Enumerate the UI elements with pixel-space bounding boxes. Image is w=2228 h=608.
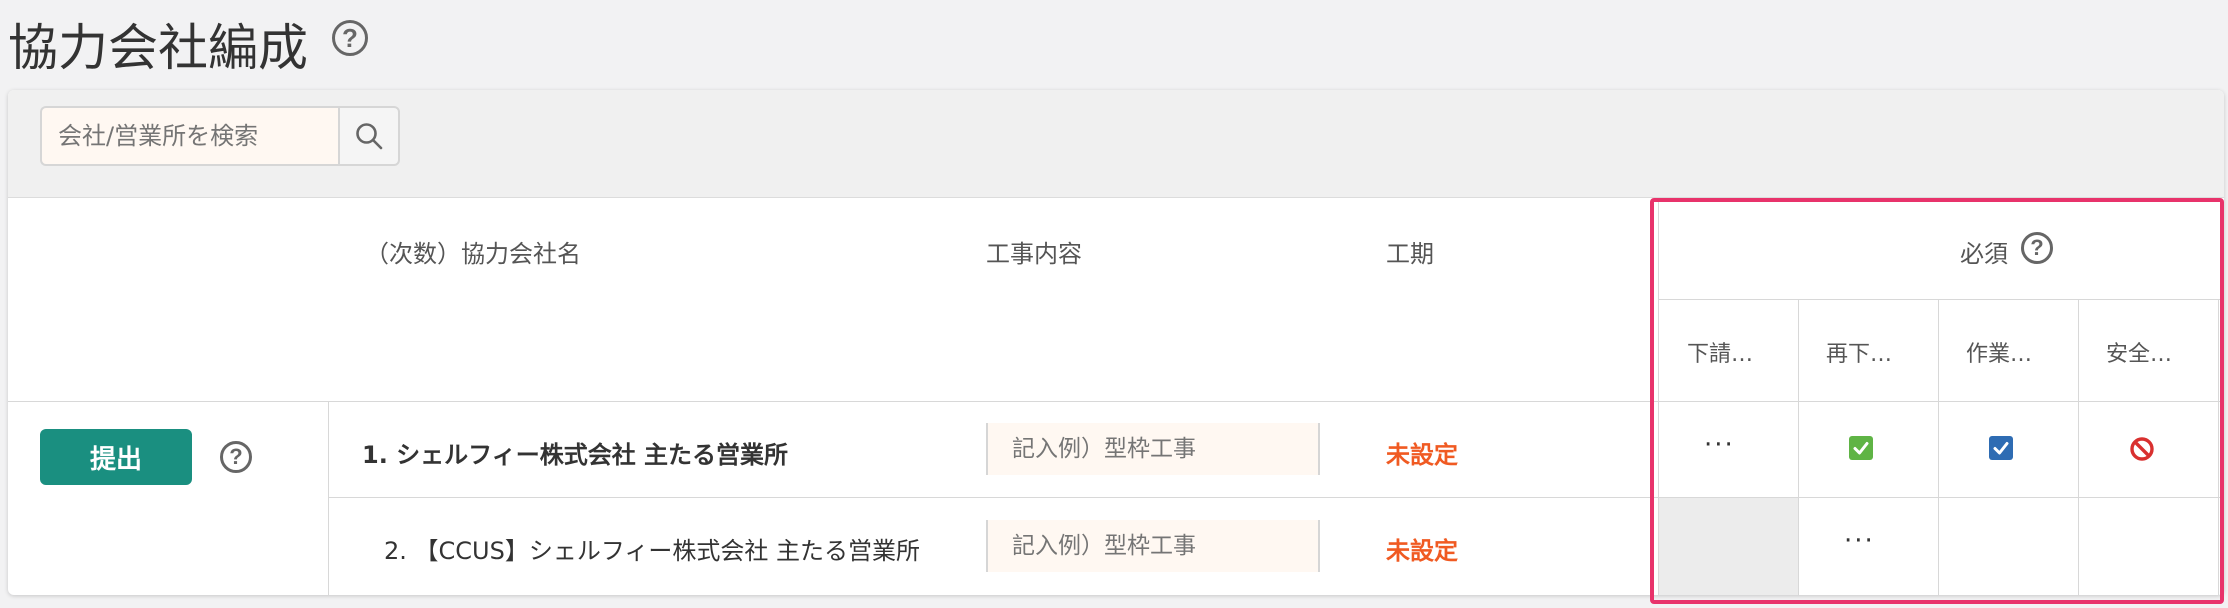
check-icon [1993,442,2009,455]
prohibited-icon[interactable] [2129,436,2155,462]
more-menu-row2-resubcontract[interactable]: ··· [1844,526,1875,556]
divider [2078,299,2079,595]
divider [1798,299,1799,595]
divider [8,401,2224,402]
divider [1938,299,1939,595]
work-content-input-row2[interactable] [986,520,1320,572]
search-icon [356,123,383,150]
required-help-icon[interactable]: ? [2021,232,2053,264]
required-col-resubcontract: 再下… [1826,342,1893,367]
column-header-company: （次数）協力会社名 [365,240,581,268]
divider [2218,299,2219,595]
more-menu-row1-subcontract[interactable]: ··· [1704,430,1735,460]
required-col-safety: 安全… [2106,342,2173,367]
column-header-work: 工事内容 [986,240,1082,268]
search-button[interactable] [338,106,400,166]
partner-table-card: （次数）協力会社名 工事内容 工期 必須 ? 下請… 再下… 作業… 安全… 提… [8,90,2224,595]
help-icon[interactable]: ? [332,20,368,56]
search-input[interactable] [40,106,348,166]
divider [328,497,2224,498]
disabled-cell-row2-subcontract [1659,498,1798,595]
search-bar [8,90,2224,198]
checkbox-checked-row1-resubcontract[interactable] [1849,436,1873,460]
period-status-row2[interactable]: 未設定 [1386,531,1458,566]
checkbox-checked-row1-work[interactable] [1989,436,2013,460]
check-icon [1853,442,1869,455]
submit-help-icon[interactable]: ? [220,441,252,473]
required-col-subcontract: 下請… [1687,342,1754,367]
divider [328,401,329,595]
required-col-work: 作業… [1966,342,2033,367]
column-header-required: 必須 [1960,240,2008,268]
company-name-row1[interactable]: 1. シェルフィー株式会社 主たる営業所 [362,435,788,470]
divider [1658,299,2224,300]
work-content-input-row1[interactable] [986,423,1320,475]
submit-button[interactable]: 提出 [40,429,192,485]
page-title: 協力会社編成 [8,19,308,77]
period-status-row1[interactable]: 未設定 [1386,435,1458,470]
column-header-period: 工期 [1386,240,1434,268]
company-name-row2[interactable]: 2. 【CCUS】シェルフィー株式会社 主たる営業所 [384,531,920,566]
